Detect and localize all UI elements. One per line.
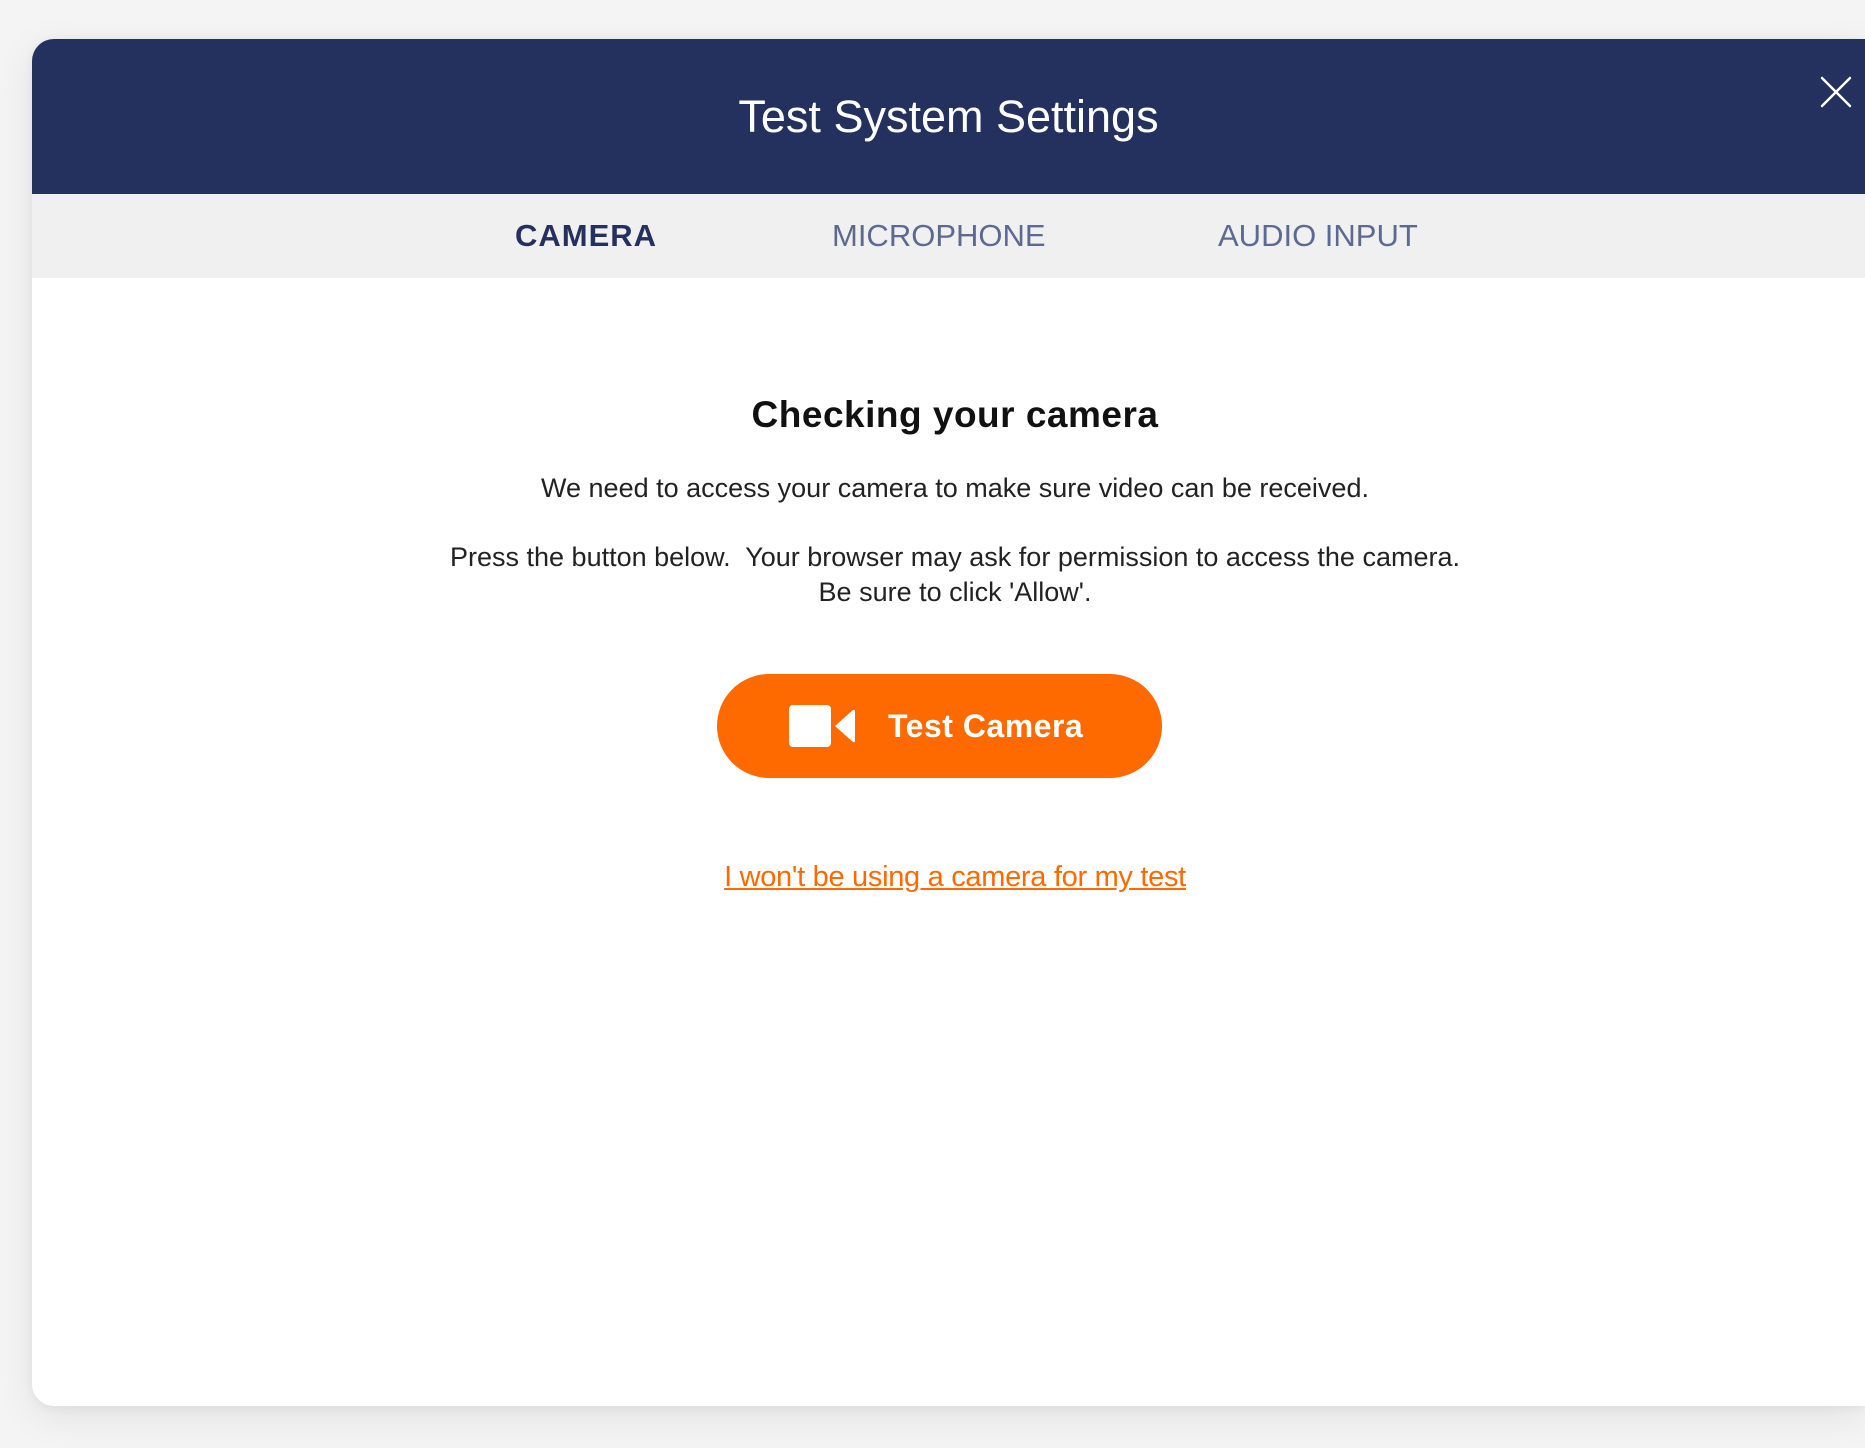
tab-audio-input[interactable]: AUDIO INPUT bbox=[1218, 194, 1418, 278]
permission-instruction-line-1: Press the button below. Your browser may… bbox=[450, 542, 1460, 572]
camera-access-description: We need to access your camera to make su… bbox=[541, 473, 1369, 503]
video-camera-icon bbox=[789, 705, 855, 747]
test-camera-button[interactable]: Test Camera bbox=[717, 674, 1162, 778]
tab-camera[interactable]: CAMERA bbox=[515, 194, 657, 278]
skip-camera-link[interactable]: I won't be using a camera for my test bbox=[32, 861, 1865, 894]
test-camera-label: Test Camera bbox=[888, 708, 1084, 744]
test-system-settings-modal: Test System Settings CAMERA MICROPHONE A… bbox=[32, 39, 1865, 1406]
close-icon bbox=[1820, 76, 1852, 108]
content-heading: Checking your camera bbox=[751, 394, 1159, 435]
modal-title: Test System Settings bbox=[738, 91, 1159, 142]
close-button[interactable] bbox=[1816, 72, 1856, 112]
permission-instruction-line-2: Be sure to click 'Allow'. bbox=[818, 577, 1092, 607]
modal-header: Test System Settings bbox=[32, 39, 1865, 194]
tabs-bar: CAMERA MICROPHONE AUDIO INPUT bbox=[32, 194, 1865, 278]
tab-microphone[interactable]: MICROPHONE bbox=[832, 194, 1046, 278]
